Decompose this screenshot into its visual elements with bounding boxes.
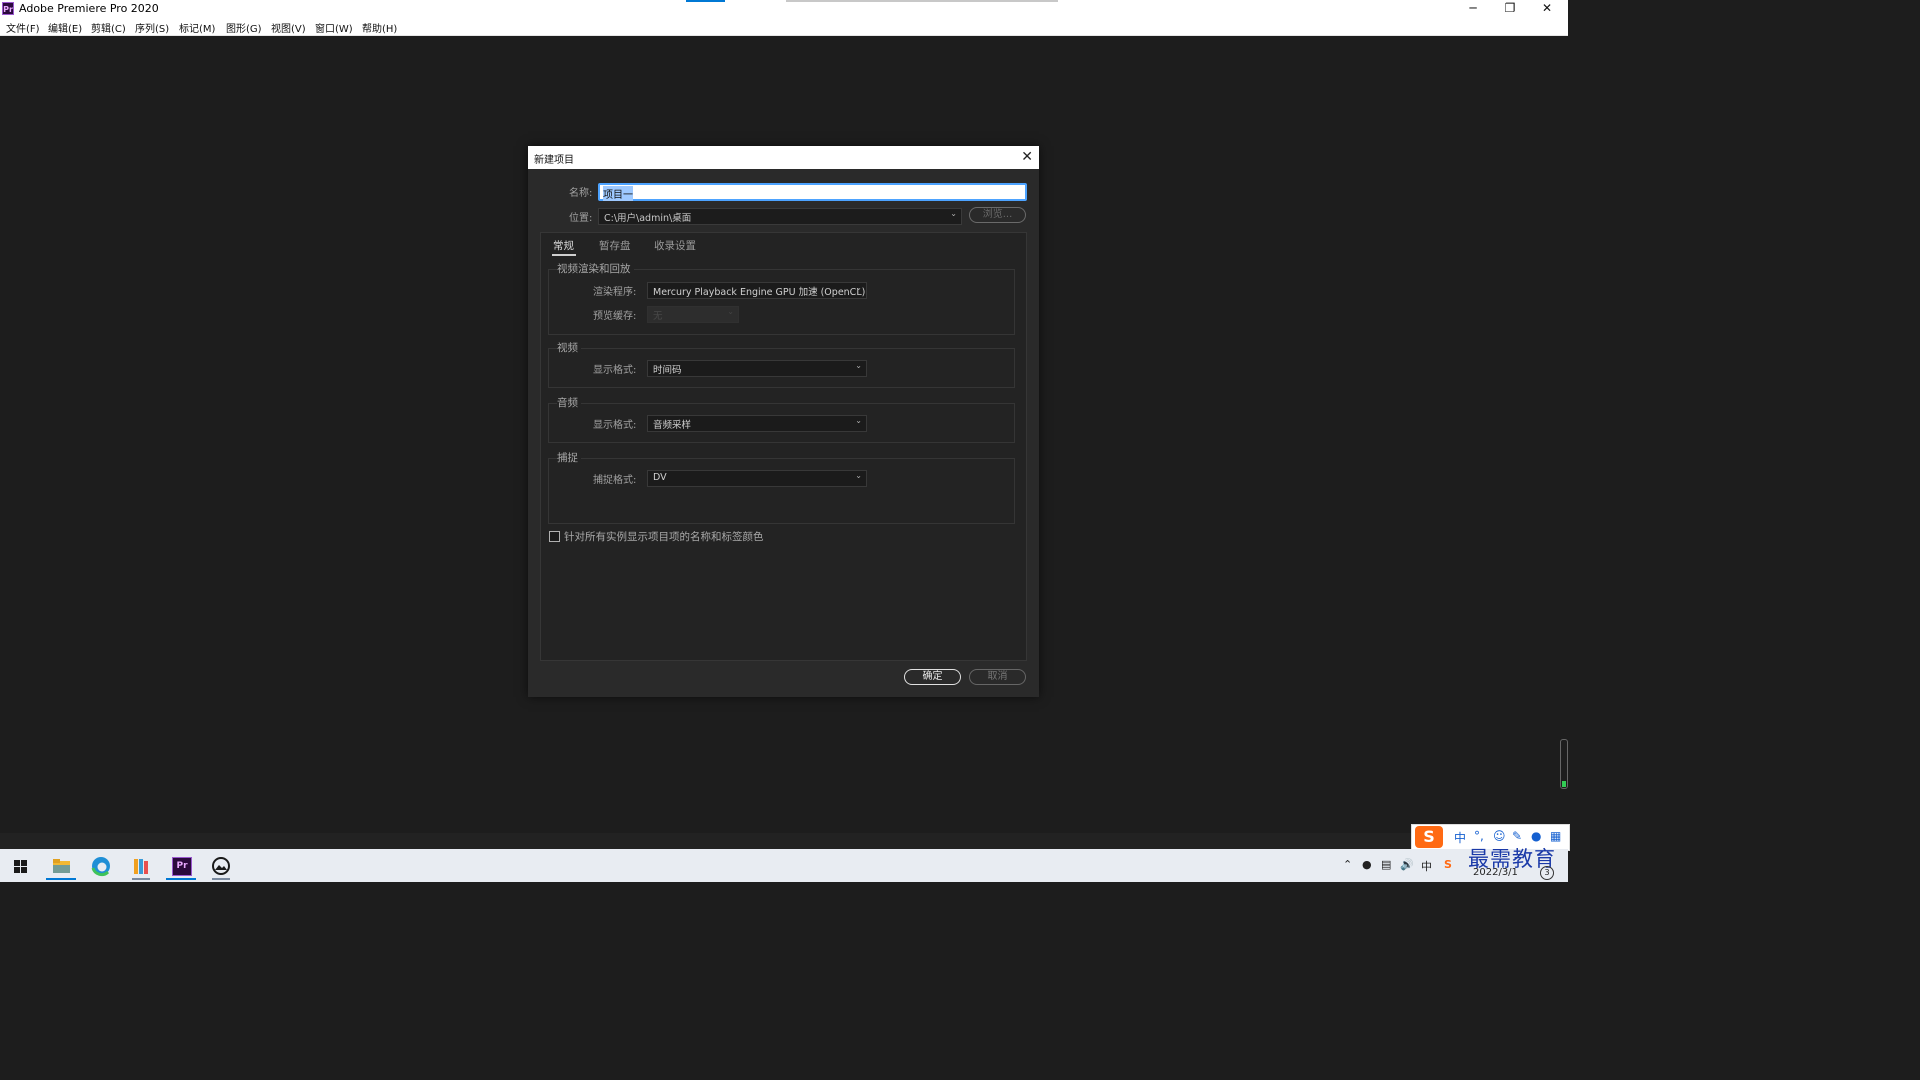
chevron-down-icon: ⌄ bbox=[727, 307, 734, 316]
show-label-colors-label: 针对所有实例显示项目项的名称和标签颜色 bbox=[564, 531, 764, 543]
ime-mic-icon[interactable]: ● bbox=[1531, 829, 1541, 843]
taskbar: Pr bbox=[0, 849, 1568, 882]
ime-pen-icon[interactable]: ✎ bbox=[1512, 829, 1522, 843]
new-project-dialog: 新建项目 ✕ 名称: 项目一 位置: C:\用户\admin\桌面 ⌄ 浏览..… bbox=[528, 146, 1039, 697]
tab-scratch-disks[interactable]: 暂存盘 bbox=[599, 238, 631, 253]
group-title-audio: 音频 bbox=[557, 395, 581, 410]
file-explorer-icon[interactable] bbox=[42, 852, 80, 880]
ok-button[interactable]: 确定 bbox=[904, 669, 961, 685]
dialog-titlebar: 新建项目 ✕ bbox=[528, 146, 1039, 169]
browse-button[interactable]: 浏览... bbox=[969, 207, 1026, 223]
dialog-close-icon[interactable]: ✕ bbox=[1021, 148, 1033, 166]
render-playback-group: 视频渲染和回放 渲染程序: Mercury Playback Engine GP… bbox=[548, 261, 1015, 335]
menubar: 文件(F) 编辑(E) 剪辑(C) 序列(S) 标记(M) 图形(G) 视图(V… bbox=[0, 18, 1568, 36]
notification-icon[interactable]: 3 bbox=[1540, 866, 1554, 880]
capture-format-value: DV bbox=[653, 472, 667, 483]
edge-icon[interactable] bbox=[82, 852, 120, 880]
name-label: 名称: bbox=[569, 188, 593, 199]
tray-app-icon[interactable]: ● bbox=[1362, 858, 1372, 871]
chevron-down-icon: ⌄ bbox=[950, 209, 957, 218]
capture-format-dropdown[interactable]: DV ⌄ bbox=[647, 470, 867, 487]
group-title-render: 视频渲染和回放 bbox=[557, 261, 634, 276]
video-group: 视频 显示格式: 时间码 ⌄ bbox=[548, 340, 1015, 388]
chevron-down-icon: ⌄ bbox=[855, 416, 862, 425]
dialog-title: 新建项目 bbox=[534, 155, 574, 166]
settings-panel: 常规 暂存盘 收录设置 视频渲染和回放 渲染程序: Mercury Playba… bbox=[540, 232, 1027, 661]
active-tab-indicator bbox=[552, 254, 576, 256]
preview-cache-value: 无 bbox=[653, 311, 663, 322]
audio-format-label: 显示格式: bbox=[593, 420, 637, 431]
photos-icon[interactable] bbox=[202, 852, 240, 880]
menu-view[interactable]: 视图(V) bbox=[271, 20, 306, 35]
premiere-icon[interactable]: Pr bbox=[162, 852, 200, 880]
premiere-app-icon: Pr bbox=[2, 2, 14, 15]
windows-start-icon[interactable] bbox=[2, 852, 40, 880]
tray-sogou-icon[interactable]: S bbox=[1444, 858, 1452, 871]
ime-punctuation-icon[interactable]: °, bbox=[1474, 829, 1484, 843]
group-title-video: 视频 bbox=[557, 340, 581, 355]
location-value: C:\用户\admin\桌面 bbox=[604, 213, 692, 224]
video-format-value: 时间码 bbox=[653, 365, 682, 376]
capture-format-label: 捕捉格式: bbox=[593, 475, 637, 486]
project-name-value: 项目一 bbox=[603, 186, 633, 201]
window-title: Adobe Premiere Pro 2020 bbox=[19, 2, 159, 15]
restore-button[interactable]: ❐ bbox=[1493, 0, 1527, 18]
location-label: 位置: bbox=[569, 213, 593, 224]
sogou-ime-icon[interactable]: S bbox=[1415, 826, 1443, 848]
menu-graphics[interactable]: 图形(G) bbox=[226, 20, 262, 35]
preview-cache-dropdown: 无 ⌄ bbox=[647, 306, 739, 323]
minimize-button[interactable]: ─ bbox=[1456, 0, 1490, 18]
audio-group: 音频 显示格式: 音频采样 ⌄ bbox=[548, 395, 1015, 443]
renderer-value: Mercury Playback Engine GPU 加速 (OpenCL) bbox=[653, 287, 866, 298]
audio-format-dropdown[interactable]: 音频采样 ⌄ bbox=[647, 415, 867, 432]
chevron-down-icon: ⌄ bbox=[855, 283, 862, 292]
cancel-button[interactable]: 取消 bbox=[969, 669, 1026, 685]
show-label-colors-checkbox[interactable] bbox=[549, 531, 560, 542]
group-title-capture: 捕捉 bbox=[557, 450, 581, 465]
window-titlebar: Pr Adobe Premiere Pro 2020 ─ ❐ ✕ bbox=[0, 0, 1568, 18]
video-format-dropdown[interactable]: 时间码 ⌄ bbox=[647, 360, 867, 377]
menu-window[interactable]: 窗口(W) bbox=[315, 20, 353, 35]
titlebar-accent bbox=[686, 0, 725, 2]
tray-volume-icon[interactable]: 🔊 bbox=[1400, 858, 1414, 871]
chevron-down-icon: ⌄ bbox=[855, 361, 862, 370]
project-name-input[interactable]: 项目一 bbox=[598, 183, 1027, 201]
audio-format-value: 音频采样 bbox=[653, 420, 692, 431]
menu-help[interactable]: 帮助(H) bbox=[362, 20, 397, 35]
tab-ingest-settings[interactable]: 收录设置 bbox=[654, 238, 696, 253]
ime-toolbox-icon[interactable]: ▦ bbox=[1550, 829, 1561, 843]
tray-chevron-up-icon[interactable]: ⌃ bbox=[1343, 858, 1352, 871]
location-dropdown[interactable]: C:\用户\admin\桌面 ⌄ bbox=[598, 208, 962, 225]
menu-edit[interactable]: 编辑(E) bbox=[48, 20, 82, 35]
premiere-label: Pr bbox=[172, 857, 192, 876]
capture-group: 捕捉 捕捉格式: DV ⌄ bbox=[548, 450, 1015, 524]
books-icon[interactable] bbox=[122, 852, 160, 880]
renderer-dropdown[interactable]: Mercury Playback Engine GPU 加速 (OpenCL) … bbox=[647, 282, 867, 299]
chevron-down-icon: ⌄ bbox=[855, 471, 862, 480]
ime-emoji-icon[interactable]: ☺ bbox=[1493, 829, 1506, 843]
menu-sequence[interactable]: 序列(S) bbox=[135, 20, 169, 35]
tray-network-icon[interactable]: ▤ bbox=[1381, 858, 1391, 871]
menu-markers[interactable]: 标记(M) bbox=[179, 20, 215, 35]
tray-ime-lang[interactable]: 中 bbox=[1421, 858, 1432, 874]
taskbar-date[interactable]: 2022/3/1 bbox=[1473, 867, 1518, 878]
titlebar-ghost-window bbox=[786, 0, 1058, 2]
status-strip bbox=[0, 833, 1568, 849]
ime-chinese-mode[interactable]: 中 bbox=[1454, 829, 1466, 846]
video-format-label: 显示格式: bbox=[593, 365, 637, 376]
close-window-button[interactable]: ✕ bbox=[1530, 0, 1564, 18]
menu-clip[interactable]: 剪辑(C) bbox=[91, 20, 126, 35]
tab-general[interactable]: 常规 bbox=[553, 238, 574, 253]
menu-file[interactable]: 文件(F) bbox=[6, 20, 40, 35]
level-meter-scroll[interactable] bbox=[1560, 739, 1568, 789]
renderer-label: 渲染程序: bbox=[593, 287, 637, 298]
preview-cache-label: 预览缓存: bbox=[593, 311, 637, 322]
